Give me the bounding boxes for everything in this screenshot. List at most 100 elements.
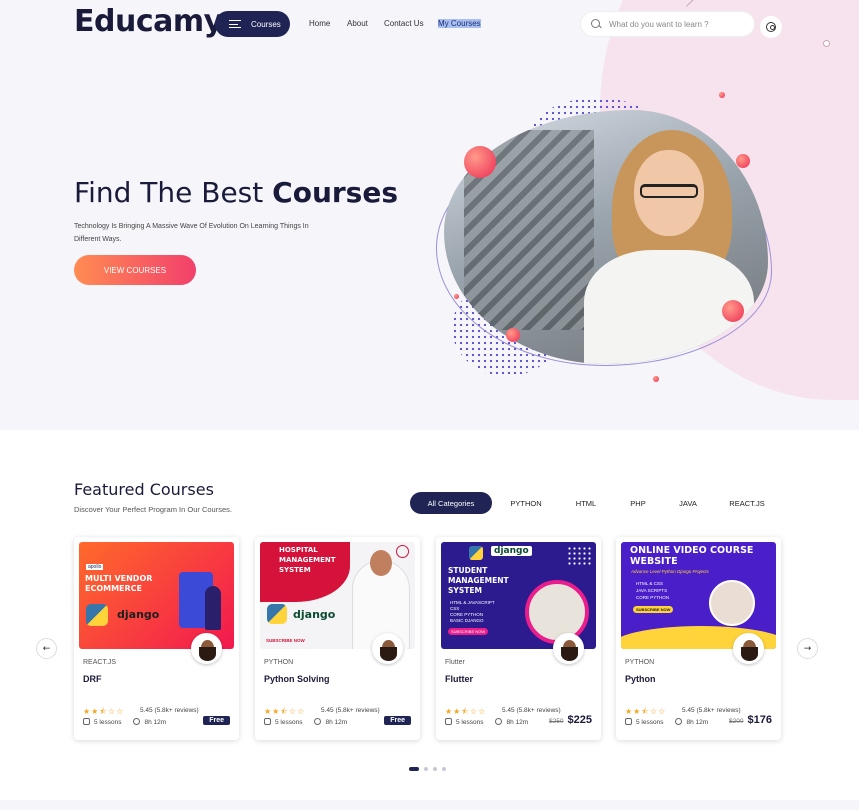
- thumb-kicker: apollo: [86, 564, 104, 570]
- hero-subtitle: Technology Is Bringing A Massive Wave Of…: [74, 223, 309, 243]
- python-logo-icon: [267, 604, 287, 624]
- courses-menu-label: Courses: [251, 19, 281, 29]
- course-category: PYTHON: [264, 659, 294, 666]
- course-duration: 8h 12m: [325, 719, 348, 726]
- hero-section: Educamy Courses Home About Contact Us My…: [0, 0, 859, 430]
- free-badge: Free: [384, 716, 411, 725]
- python-logo-icon: [469, 546, 483, 560]
- clock-icon: [314, 718, 322, 725]
- course-rating: 5.45 (5.8k+ reviews): [502, 707, 561, 714]
- course-category: Flutter: [445, 659, 465, 666]
- user-account-button[interactable]: [760, 16, 782, 38]
- course-card[interactable]: ONLINE VIDEO COURSE WEBSITE Advance Leve…: [616, 537, 781, 740]
- student-photo: [525, 580, 589, 644]
- new-price: $225: [567, 714, 592, 726]
- clock-icon: [675, 718, 683, 725]
- site-logo[interactable]: Educamy: [74, 4, 223, 39]
- category-python[interactable]: PYTHON: [506, 492, 546, 514]
- new-price: $176: [747, 714, 772, 726]
- nav-about[interactable]: About: [347, 19, 368, 28]
- category-html[interactable]: HTML: [570, 492, 602, 514]
- nav-contact[interactable]: Contact Us: [384, 19, 424, 28]
- student-photo: [709, 580, 755, 626]
- course-meta: 5 lessons 8h 12m: [83, 718, 166, 726]
- nav-home[interactable]: Home: [309, 19, 330, 28]
- course-category: REACT.JS: [83, 659, 117, 666]
- category-java[interactable]: JAVA: [674, 492, 702, 514]
- old-price: $200: [729, 718, 744, 725]
- course-rating: 5.45 (5.8k+ reviews): [682, 707, 741, 714]
- instructor-avatar: [372, 633, 403, 664]
- courses-menu-button[interactable]: Courses: [215, 11, 290, 37]
- clock-icon: [495, 718, 503, 725]
- course-rating: 5.45 (5.8k+ reviews): [140, 707, 199, 714]
- thumb-title: ONLINE VIDEO COURSE WEBSITE: [630, 545, 754, 567]
- hero-title: Find The Best Courses: [74, 176, 399, 209]
- thumb-cta: SUBSCRIBE NOW: [448, 628, 489, 635]
- lessons-icon: [264, 718, 271, 725]
- lessons-icon: [625, 718, 632, 725]
- carousel-next-button[interactable]: →: [797, 638, 818, 659]
- thumb-dots: [567, 546, 593, 566]
- view-courses-button[interactable]: VIEW COURSES: [74, 255, 196, 285]
- lessons-count: 5 lessons: [456, 719, 484, 726]
- course-price: $250 $225: [549, 714, 592, 726]
- thumb-list: HTML & CSS JAVA SCRIPTS CORE PYTHON: [636, 581, 670, 600]
- course-category: PYTHON: [625, 659, 655, 666]
- old-price: $250: [549, 718, 564, 725]
- thumb-title: HOSPITAL MANAGEMENT SYSTEM: [279, 546, 336, 574]
- thumb-list: HTML & JAVASCRIPT CSS CORE PYTHON BASIC …: [450, 600, 495, 623]
- course-rating: 5.45 (5.8k+ reviews): [321, 707, 380, 714]
- lessons-icon: [445, 718, 452, 725]
- python-logo-icon: [86, 604, 108, 626]
- category-php[interactable]: PHP: [624, 492, 652, 514]
- lessons-count: 5 lessons: [94, 719, 122, 726]
- clock-icon: [133, 718, 141, 725]
- lessons-icon: [83, 718, 90, 725]
- category-reactjs[interactable]: REACT.JS: [726, 492, 768, 514]
- course-price: $200 $176: [729, 714, 772, 726]
- pagination-dot[interactable]: [409, 767, 419, 771]
- search-input[interactable]: What do you want to learn ?: [609, 20, 709, 29]
- course-title[interactable]: DRF: [83, 674, 102, 684]
- thumb-title: STUDENT MANAGEMENT SYSTEM: [448, 566, 509, 595]
- course-card[interactable]: apollo MULTI VENDOR ECOMMERCE django REA…: [74, 537, 239, 740]
- instructor-avatar: [733, 633, 764, 664]
- decor-ball: [464, 146, 496, 178]
- lessons-count: 5 lessons: [636, 719, 664, 726]
- search-icon: [591, 19, 601, 29]
- hero-photo: [444, 110, 768, 364]
- course-card[interactable]: HOSPITAL MANAGEMENT SYSTEM django SUBSCR…: [255, 537, 420, 740]
- pagination-dot[interactable]: [433, 767, 437, 771]
- course-title[interactable]: Python: [625, 674, 656, 684]
- decor-ball: [454, 294, 459, 299]
- search-bar[interactable]: What do you want to learn ?: [580, 11, 755, 37]
- next-section-edge: [0, 800, 859, 810]
- decor-ball: [653, 376, 659, 382]
- photo-glasses: [640, 184, 698, 198]
- pagination-dot[interactable]: [442, 767, 446, 771]
- thumb-cta: SUBSCRIBE NOW: [633, 606, 674, 613]
- course-title[interactable]: Flutter: [445, 674, 473, 684]
- thumb-brand: django: [491, 546, 532, 556]
- category-all[interactable]: All Categories: [410, 492, 492, 514]
- decor-dot: [823, 40, 830, 47]
- nav-my-courses[interactable]: My Courses: [438, 19, 481, 28]
- decor-ball: [719, 92, 725, 98]
- lessons-count: 5 lessons: [275, 719, 303, 726]
- hero-image: [436, 92, 776, 382]
- thumb-brand: django: [117, 608, 160, 621]
- decor-ball: [722, 300, 744, 322]
- course-title[interactable]: Python Solving: [264, 674, 330, 684]
- carousel-prev-button[interactable]: ←: [36, 638, 57, 659]
- decor-ball: [736, 154, 750, 168]
- thumb-cta: SUBSCRIBE NOW: [266, 638, 305, 643]
- course-card[interactable]: django STUDENT MANAGEMENT SYSTEM HTML & …: [436, 537, 601, 740]
- clock-badge-icon: [396, 545, 409, 558]
- user-icon: [766, 22, 776, 32]
- person-illustration: [205, 586, 221, 630]
- featured-title: Featured Courses: [74, 480, 214, 499]
- pagination-dot[interactable]: [424, 767, 428, 771]
- thumb-brand: django: [293, 608, 336, 621]
- featured-subtitle: Discover Your Perfect Program In Our Cou…: [74, 505, 232, 514]
